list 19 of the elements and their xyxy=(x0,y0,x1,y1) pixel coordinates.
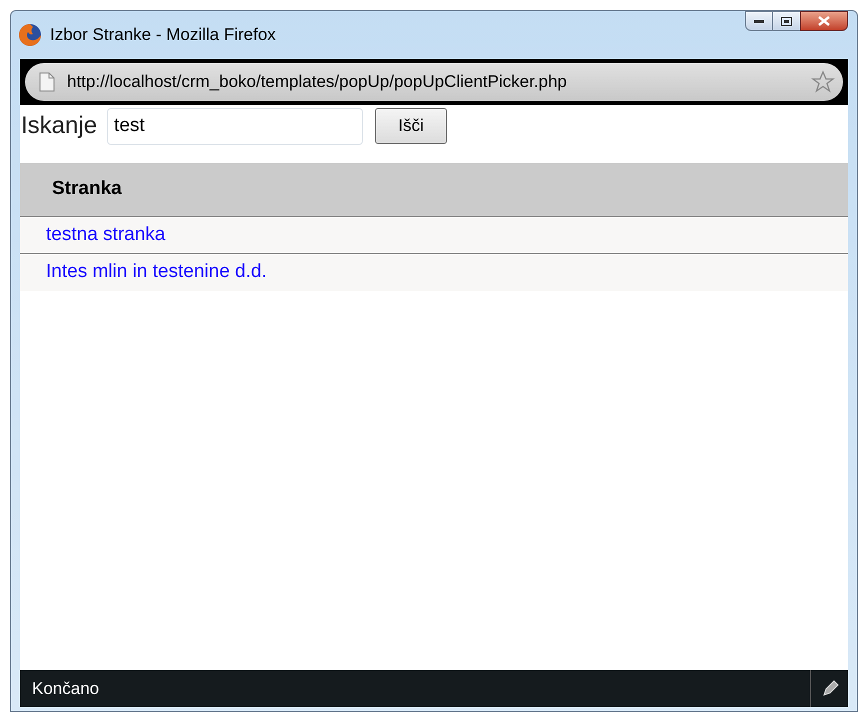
minimize-icon xyxy=(754,19,764,23)
close-button[interactable] xyxy=(800,11,848,31)
maximize-button[interactable] xyxy=(773,11,800,31)
star-icon[interactable] xyxy=(811,70,835,94)
client-link[interactable]: testna stranka xyxy=(46,220,166,250)
column-header: Stranka xyxy=(20,163,848,217)
address-field[interactable]: http://localhost/crm_boko/templates/popUp/popUpClientPicker.php xyxy=(25,63,843,101)
search-field[interactable]: test xyxy=(107,108,364,144)
search-label: Iskanje xyxy=(21,111,98,141)
close-icon xyxy=(818,16,830,26)
browser-logo-icon xyxy=(18,23,42,47)
maximize-icon xyxy=(781,16,792,26)
url-text: http://localhost/crm_boko/templates/popUp/popUpClientPicker.php xyxy=(67,71,567,94)
search-button[interactable]: Išči xyxy=(375,108,448,144)
status-text: Končano xyxy=(31,678,100,700)
minimize-button[interactable] xyxy=(745,11,773,31)
page-icon xyxy=(39,72,55,92)
client-link[interactable]: Intes mlin in testenine d.d. xyxy=(46,258,267,287)
window-title: Izbor Stranke - Mozilla Firefox xyxy=(50,24,276,46)
